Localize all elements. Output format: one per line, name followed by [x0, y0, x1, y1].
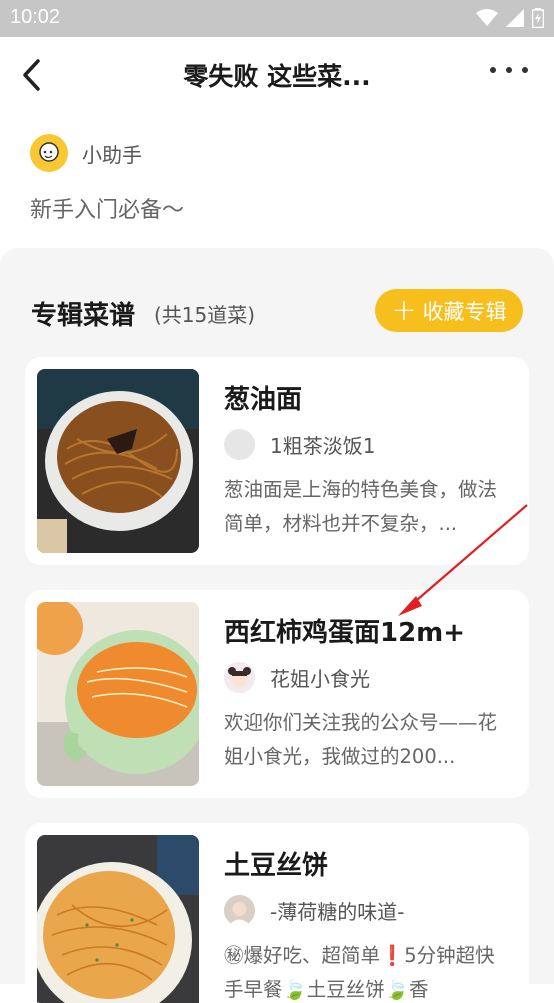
status-icons: [476, 8, 544, 28]
section-title: 专辑菜谱: [31, 301, 136, 331]
recipe-author: 花姐小食光: [224, 662, 370, 693]
favorite-label: 收藏专辑: [422, 299, 507, 324]
collection-description: 新手入门必备～: [30, 198, 185, 223]
recipe-card[interactable]: 葱油面 1粗茶淡饭1 葱油面是上海的特色美食，做法简单，材料也并不复杂，...: [25, 357, 529, 565]
recipe-card[interactable]: 西红柿鸡蛋面12m+ 花姐小食光 欢迎你们关注我的公众号——花姐小食光，我做过的…: [25, 590, 529, 798]
status-bar: 10:02: [0, 0, 554, 37]
recipe-title: 葱油面: [224, 385, 303, 415]
wifi-icon: [476, 9, 498, 26]
top-bar: 零失败 这些菜...: [0, 37, 554, 111]
battery-icon: [532, 8, 544, 28]
recipe-photo: [37, 602, 199, 786]
author-avatar: [224, 662, 255, 693]
chef-hat-icon: [39, 142, 59, 162]
author-name: 花姐小食光: [270, 667, 370, 691]
recipe-photo: [37, 835, 199, 1003]
avatar: [30, 134, 68, 172]
author-avatar: [224, 429, 255, 460]
author-avatar: [224, 895, 255, 926]
signal-icon: [506, 9, 524, 27]
recipe-title: 西红柿鸡蛋面12m+: [224, 618, 466, 648]
recipe-photo: [37, 369, 199, 553]
recipe-author: -薄荷糖的味道-: [224, 895, 404, 926]
recipe-description: ㊙爆好吃、超简单❗5分钟超快手早餐🍃土豆丝饼🍃香: [224, 944, 495, 1001]
recipe-card[interactable]: 土豆丝饼 -薄荷糖的味道- ㊙爆好吃、超简单❗5分钟超快手早餐🍃土豆丝饼🍃香: [25, 823, 529, 1003]
author-name: -薄荷糖的味道-: [270, 900, 405, 924]
favorite-collection-button[interactable]: + 收藏专辑: [375, 289, 523, 332]
author-name: 1粗茶淡饭1: [270, 434, 376, 458]
recipe-title: 土豆丝饼: [224, 851, 329, 881]
recipe-description: 欢迎你们关注我的公众号——花姐小食光，我做过的200...: [224, 711, 498, 768]
plus-icon: +: [391, 292, 417, 328]
status-time: 10:02: [10, 6, 61, 28]
page-title: 零失败 这些菜...: [183, 62, 371, 91]
more-options-icon[interactable]: [490, 67, 528, 73]
recipe-count: (共15道菜): [154, 303, 256, 327]
author-name: 小助手: [82, 142, 142, 167]
collection-author[interactable]: 小助手: [30, 134, 142, 172]
recipe-description: 葱油面是上海的特色美食，做法简单，材料也并不复杂，...: [224, 478, 498, 535]
recipe-author: 1粗茶淡饭1: [224, 429, 375, 460]
